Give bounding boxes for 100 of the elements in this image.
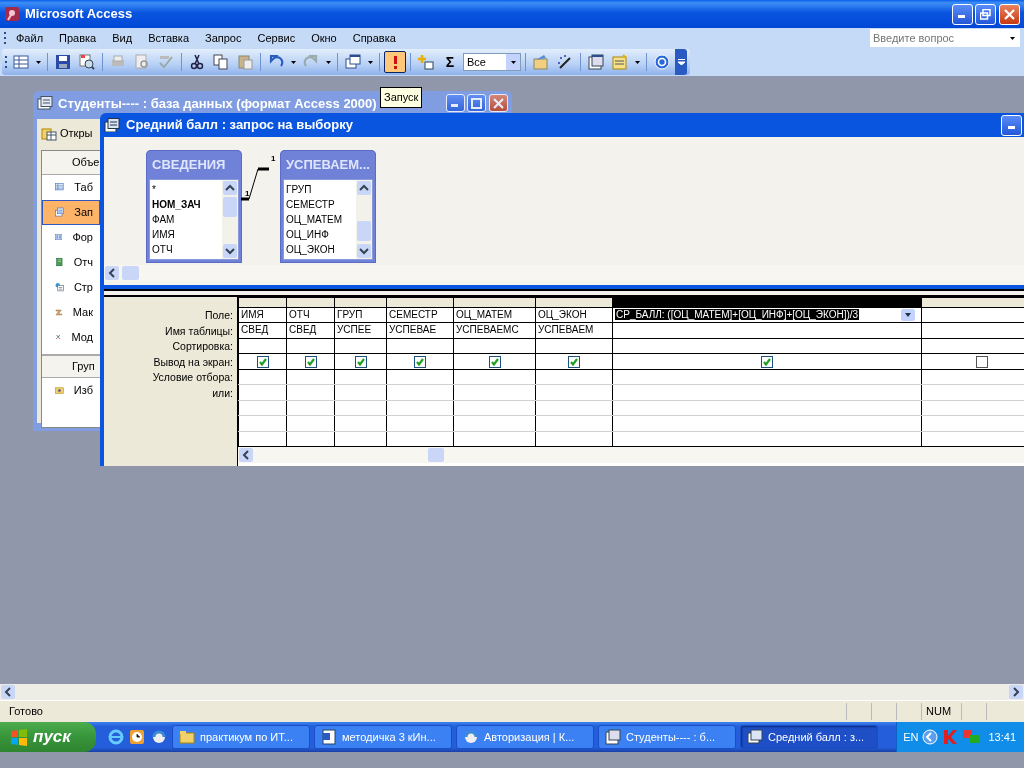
scrollbar[interactable] [104, 265, 1024, 281]
checkbox[interactable] [354, 355, 367, 368]
menu-item[interactable]: Правка [52, 28, 104, 48]
minimize-button[interactable] [951, 3, 973, 25]
grid-cell[interactable]: УСПЕВАЕМС [453, 322, 536, 338]
chevron-icon[interactable] [922, 729, 939, 745]
scrollbar[interactable] [0, 684, 1024, 700]
object-item[interactable]: Мод [42, 324, 100, 350]
paste-icon [237, 54, 253, 70]
field-name[interactable]: ОТЧ [152, 242, 173, 257]
grid-cell[interactable]: ОЦ_МАТЕМ [453, 307, 536, 323]
grid-cell[interactable]: ГРУП [334, 307, 387, 323]
scrollbar-thumb[interactable] [357, 221, 371, 241]
field-name[interactable]: ОЦ_ЭКОН [286, 242, 335, 257]
column-selector[interactable] [238, 298, 287, 307]
grid-cell[interactable]: УСПЕВАЕМ [535, 322, 613, 338]
close-button[interactable] [999, 3, 1020, 25]
menu-item[interactable]: Сервис [250, 28, 303, 48]
grid-cell[interactable]: ИМЯ [238, 307, 287, 323]
object-item[interactable]: Изб [42, 377, 100, 403]
grid-cell[interactable]: УСПЕЕ [334, 322, 387, 338]
table-name: УСПЕВАЕМ... [285, 155, 371, 174]
object-item[interactable]: Зап [42, 199, 100, 225]
database-window-button[interactable] [585, 51, 607, 73]
scrollbar[interactable] [356, 180, 372, 259]
field-name[interactable]: ГРУП [286, 182, 312, 197]
object-item[interactable]: Таб [42, 174, 100, 200]
checkmark-icon [257, 356, 268, 367]
taskbar-button[interactable]: практикум по ИТ... [172, 725, 310, 749]
checkmark-icon [305, 356, 316, 367]
column-selector[interactable] [535, 298, 613, 307]
field-name[interactable]: ФАМ [152, 212, 175, 227]
taskbar-button[interactable]: методичка 3 кИн... [314, 725, 452, 749]
help-search-field[interactable]: Введите вопрос [870, 29, 1004, 47]
column-selector[interactable] [386, 298, 454, 307]
dropdown-button[interactable] [506, 54, 520, 70]
grid-cell[interactable]: СВЕД [286, 322, 335, 338]
scrollbar-thumb[interactable] [223, 197, 237, 217]
top-values-dropdown[interactable]: Все [463, 53, 521, 71]
column-selector[interactable] [286, 298, 335, 307]
taskbar-button[interactable]: Авторизация | К... [456, 725, 594, 749]
taskbar-button[interactable]: Средний балл : з... [740, 725, 878, 749]
field-name[interactable]: СЕМЕСТР [286, 197, 335, 212]
menu-item[interactable]: Окно [304, 28, 344, 48]
clock-icon[interactable] [129, 729, 145, 745]
checkbox[interactable] [761, 355, 773, 368]
help-button[interactable] [651, 51, 673, 73]
section-header: Объе [42, 150, 100, 175]
field-name[interactable]: ОЦ_ИНФ [286, 227, 329, 242]
scrollbar[interactable] [222, 180, 238, 259]
restore-button[interactable] [975, 3, 997, 25]
close-button[interactable] [489, 94, 508, 112]
minimize-button[interactable] [445, 94, 465, 112]
grid-cell[interactable]: СВЕД [238, 322, 287, 338]
checkmark-icon [489, 356, 500, 367]
dropdown-button[interactable] [1004, 29, 1020, 47]
window-title: Студенты---- : база данных (формат Access 2000) [58, 95, 377, 113]
pane-splitter[interactable] [104, 289, 1024, 297]
column-selector[interactable] [453, 298, 536, 307]
grid-cell[interactable]: ОТЧ [286, 307, 335, 323]
toolbar-options-button[interactable] [675, 49, 687, 75]
grid-cell[interactable]: СЕМЕСТР [386, 307, 454, 323]
properties-icon [533, 54, 549, 70]
run-button[interactable] [384, 51, 406, 73]
grid-cell[interactable]: УСПЕВАЕ [386, 322, 454, 338]
close-icon [493, 97, 504, 109]
taskbar-button[interactable]: Студенты---- : б... [598, 725, 736, 749]
scrollbar-thumb[interactable] [122, 266, 139, 280]
object-item[interactable]: Отч [42, 249, 100, 275]
menu-item[interactable]: Справка [345, 28, 403, 48]
row-label: Вывод на экран: [152, 354, 234, 370]
object-item[interactable]: Мак [42, 299, 100, 325]
caret-icon[interactable] [901, 308, 915, 321]
checkbox[interactable] [488, 355, 501, 368]
open-button[interactable]: Откры [41, 125, 93, 142]
menu-item[interactable]: Запрос [198, 28, 249, 48]
checkbox[interactable] [414, 355, 426, 368]
scrollbar-thumb[interactable] [428, 448, 444, 462]
field-dropdown[interactable]: СР_БАЛЛ: ([ОЦ_МАТЕМ]+[ОЦ_ИНФ]+[ОЦ_ЭКОН])/3 [612, 307, 922, 323]
minimize-button[interactable] [1001, 114, 1022, 136]
menu-item[interactable]: Вид [105, 28, 140, 48]
column-selector[interactable] [334, 298, 387, 307]
checkbox[interactable] [568, 355, 580, 368]
object-item[interactable]: Фор [42, 224, 100, 250]
totals-button[interactable]: Σ [439, 51, 461, 73]
field-name[interactable]: НОМ_ЗАЧ [152, 197, 201, 212]
field-name[interactable]: ИМЯ [152, 227, 175, 242]
grid-cell[interactable]: ОЦ_ЭКОН [535, 307, 613, 323]
caret-icon [635, 60, 640, 64]
object-item[interactable]: Стр [42, 274, 100, 300]
menu-item[interactable]: Вставка [141, 28, 196, 48]
checkbox[interactable] [256, 355, 269, 368]
checkbox[interactable] [975, 355, 988, 368]
maximize-button[interactable] [467, 94, 487, 112]
language-indicator[interactable]: EN [903, 728, 919, 746]
start-button[interactable]: пуск [0, 722, 96, 752]
field-name[interactable]: ОЦ_МАТЕМ [286, 212, 343, 227]
checkbox[interactable] [304, 355, 317, 368]
menu-item[interactable]: Файл [9, 28, 51, 48]
scrollbar[interactable] [238, 447, 1024, 463]
